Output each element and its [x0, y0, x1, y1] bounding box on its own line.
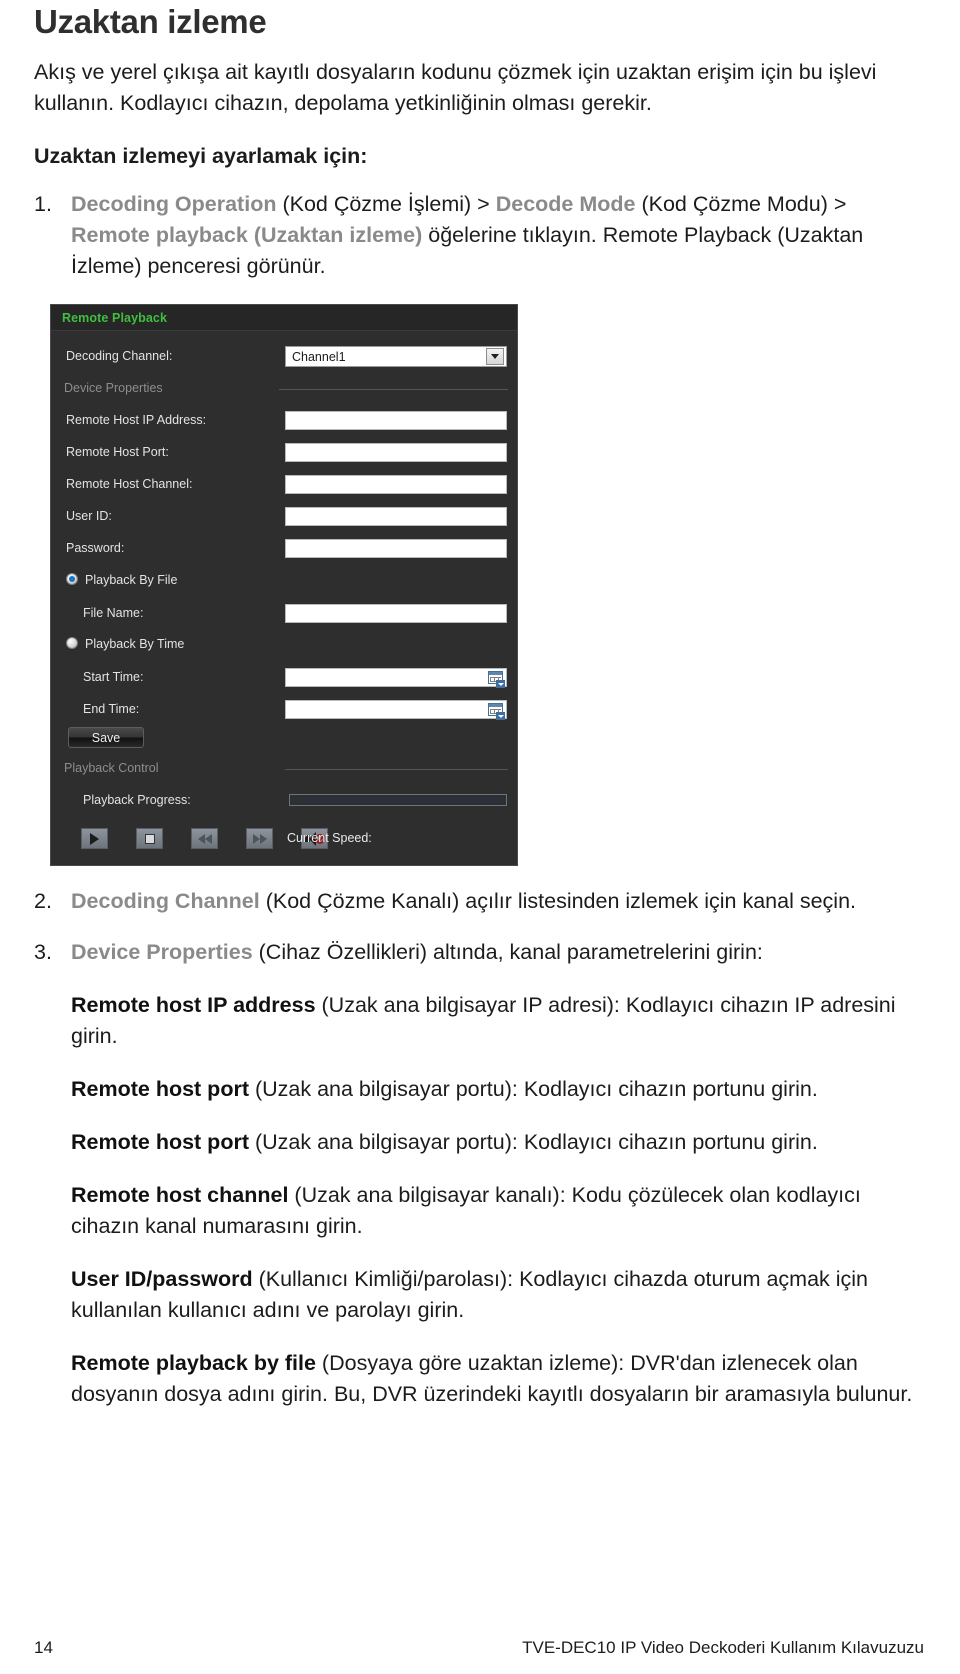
remote-host-port-row: Remote Host Port:: [51, 443, 517, 465]
definition-user-id-password: User ID/password (Kullanıcı Kimliği/paro…: [71, 1266, 869, 1322]
playback-by-file-radio[interactable]: [66, 573, 78, 586]
fast-forward-icon[interactable]: [246, 828, 273, 850]
step-text: Device Properties (Cihaz Özellikleri) al…: [71, 940, 763, 965]
playback-by-time-radio[interactable]: [66, 637, 78, 650]
step-item-1: 1. Decoding Operation (Kod Çözme İşlemi)…: [34, 189, 924, 282]
end-time-input[interactable]: [285, 700, 507, 721]
playback-progress-label: Playback Progress:: [83, 793, 191, 808]
calendar-icon[interactable]: [486, 670, 505, 689]
dialog-body: Decoding Channel: Channel1 Device Proper…: [51, 331, 517, 865]
playback-by-file-label: Playback By File: [85, 573, 178, 588]
calendar-icon[interactable]: [486, 702, 505, 721]
decoding-channel-value: Channel1: [292, 349, 346, 364]
decoding-channel-row: Decoding Channel: Channel1: [51, 346, 517, 369]
step-number: 1.: [34, 192, 52, 217]
file-name-label: File Name:: [83, 606, 144, 621]
playback-control-group: Playback Control: [51, 759, 517, 781]
password-input[interactable]: [285, 539, 507, 559]
remote-host-ip-input[interactable]: [285, 411, 507, 431]
intro-paragraph: Akış ve yerel çıkışa ait kayıtlı dosyala…: [34, 60, 877, 116]
manual-title: TVE-DEC10 IP Video Deckoderi Kullanım Kı…: [522, 1638, 924, 1657]
remote-playback-screenshot: Remote Playback Decoding Channel: Channe…: [50, 304, 924, 867]
playback-progress-row: Playback Progress:: [51, 791, 517, 813]
file-name-input[interactable]: [285, 604, 507, 624]
password-row: Password:: [51, 539, 517, 561]
start-time-label: Start Time:: [83, 670, 144, 685]
chevron-down-icon[interactable]: [486, 348, 504, 366]
rewind-icon[interactable]: [191, 828, 218, 850]
remote-host-ip-label: Remote Host IP Address:: [66, 413, 207, 428]
page-footer: 14 TVE-DEC10 IP Video Deckoderi Kullanım…: [34, 1638, 924, 1658]
playback-progress-bar[interactable]: [289, 794, 507, 807]
playback-by-file-row[interactable]: Playback By File: [51, 572, 517, 594]
user-id-row: User ID:: [51, 507, 517, 529]
playback-control-label: Playback Control: [64, 761, 159, 776]
current-speed-label: Current Speed:: [287, 831, 372, 846]
page-title: Uzaktan izleme: [34, 3, 267, 40]
user-id-input[interactable]: [285, 507, 507, 527]
dialog-title: Remote Playback: [62, 310, 168, 325]
definition-remote-playback-by-file: Remote playback by file (Dosyaya göre uz…: [71, 1350, 913, 1406]
file-name-row: File Name:: [51, 604, 517, 626]
remote-host-port-input[interactable]: [285, 443, 507, 463]
step-item-3: 3. Device Properties (Cihaz Özellikleri)…: [34, 937, 924, 968]
decoding-channel-select[interactable]: Channel1: [285, 346, 507, 368]
end-time-row: End Time:: [51, 700, 517, 722]
section-subheading: Uzaktan izlemeyi ayarlamak için:: [34, 144, 368, 169]
remote-host-channel-label: Remote Host Channel:: [66, 477, 193, 492]
group-divider: [279, 389, 508, 391]
definition-remote-host-channel: Remote host channel (Uzak ana bilgisayar…: [71, 1182, 861, 1238]
remote-host-channel-row: Remote Host Channel:: [51, 475, 517, 497]
definition-remote-host-port-2: Remote host port (Uzak ana bilgisayar po…: [71, 1129, 818, 1154]
calendar-dropdown-icon: [496, 680, 505, 689]
transport-controls: Current Speed:: [51, 828, 517, 852]
step-text: Decoding Operation (Kod Çözme İşlemi) > …: [71, 192, 864, 279]
step-number: 3.: [34, 940, 52, 965]
device-properties-label: Device Properties: [64, 381, 163, 396]
calendar-dropdown-icon: [496, 712, 505, 721]
page-number: 14: [34, 1638, 53, 1657]
remote-host-port-label: Remote Host Port:: [66, 445, 169, 460]
password-label: Password:: [66, 541, 125, 556]
stop-icon[interactable]: [136, 828, 163, 850]
save-button[interactable]: Save: [68, 727, 144, 749]
start-time-input[interactable]: [285, 668, 507, 689]
group-divider: [285, 769, 508, 771]
device-properties-group: Device Properties: [51, 379, 517, 401]
end-time-label: End Time:: [83, 702, 140, 717]
remote-host-channel-input[interactable]: [285, 475, 507, 495]
step-item-2: 2. Decoding Channel (Kod Çözme Kanalı) a…: [34, 886, 924, 917]
playback-by-time-row[interactable]: Playback By Time: [51, 636, 517, 658]
step-number: 2.: [34, 889, 52, 914]
play-icon[interactable]: [81, 828, 108, 850]
definition-remote-host-port-1: Remote host port (Uzak ana bilgisayar po…: [71, 1076, 818, 1101]
user-id-label: User ID:: [66, 509, 112, 524]
decoding-channel-label: Decoding Channel:: [66, 349, 173, 364]
start-time-row: Start Time:: [51, 668, 517, 690]
document-page: Uzaktan izleme Akış ve yerel çıkışa ait …: [0, 0, 960, 1674]
steps-list: 1. Decoding Operation (Kod Çözme İşlemi)…: [34, 189, 924, 282]
remote-playback-dialog: Remote Playback Decoding Channel: Channe…: [50, 304, 518, 867]
playback-by-time-label: Playback By Time: [85, 637, 185, 652]
steps-list-continued: 2. Decoding Channel (Kod Çözme Kanalı) a…: [34, 886, 924, 968]
save-row: Save: [51, 727, 517, 749]
step-text: Decoding Channel (Kod Çözme Kanalı) açıl…: [71, 889, 857, 914]
dialog-titlebar: Remote Playback: [51, 305, 517, 332]
definition-remote-host-ip: Remote host IP address (Uzak ana bilgisa…: [71, 992, 896, 1048]
remote-host-ip-row: Remote Host IP Address:: [51, 411, 517, 433]
